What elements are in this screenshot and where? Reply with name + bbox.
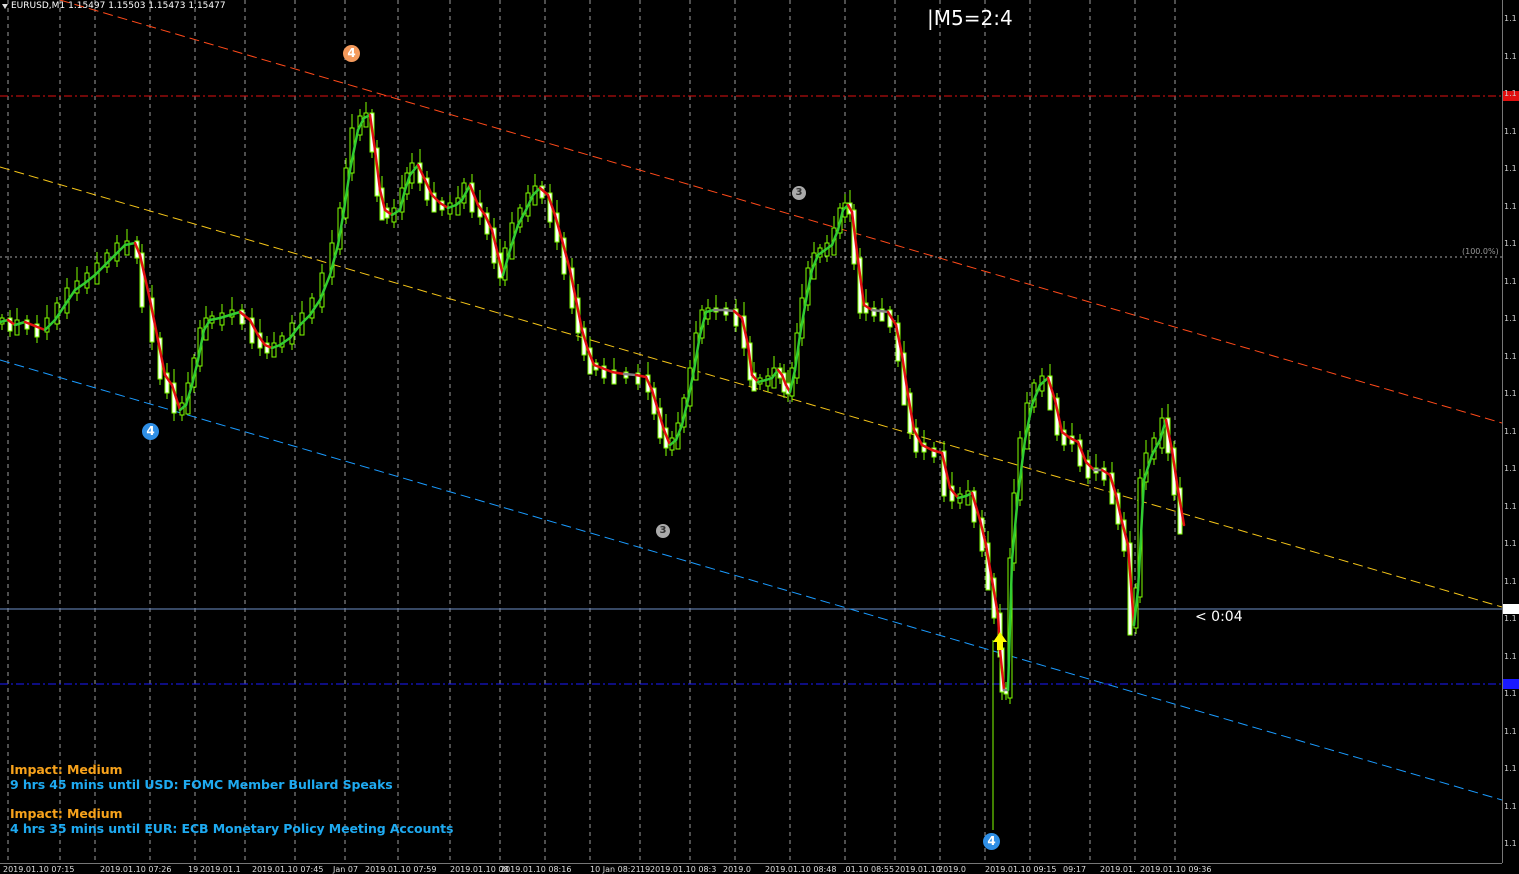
candles — [0, 102, 1183, 830]
candle-body — [271, 342, 277, 358]
news-event: 9 hrs 45 mins until USD: FOMC Member Bul… — [10, 777, 393, 792]
price-tick: 1.1 — [1504, 464, 1517, 473]
price-tick: 1.1 — [1504, 239, 1517, 248]
price-tick: 1.1 — [1504, 726, 1517, 736]
channel-middle-line — [0, 166, 1502, 608]
news-item: Impact: Medium 4 hrs 35 mins until EUR: … — [10, 806, 453, 836]
symbol-label: EURUSD,M1 — [11, 1, 66, 11]
wave-marker: 3 — [792, 186, 806, 200]
wave-marker: 3 — [656, 524, 670, 538]
price-tick: 1.1 — [1504, 89, 1517, 98]
price-tick: 1.1 — [1504, 314, 1517, 323]
price-tick: 1.1 — [1504, 689, 1517, 698]
signals — [993, 632, 1007, 650]
ohlc-values: 1.15497 1.15503 1.15473 1.15477 — [68, 1, 226, 11]
price-tick: 1.1 — [1504, 51, 1517, 61]
arrow-up-icon — [993, 632, 1007, 650]
chart-window[interactable]: EURUSD,M1 1.15497 1.15503 1.15473 1.1547… — [0, 0, 1519, 874]
price-tick: 1.1 — [1504, 389, 1517, 398]
support-price-marker — [1503, 679, 1519, 689]
price-axis[interactable]: 1.1 1.1 1.1 1.1 1.1 1.1 1.1 1.1 1.1 1.1 1.1 1.1 1.1 1… — [1502, 0, 1519, 863]
news-impact: Impact: Medium — [10, 806, 123, 821]
channel-lower-line — [0, 359, 1502, 801]
price-tick: 1.1 — [1504, 614, 1517, 623]
wave-marker: 4 — [983, 833, 1000, 850]
price-chart[interactable] — [0, 0, 1502, 863]
price-tick: 1.1 — [1504, 426, 1517, 436]
fib-level-label: (100.0%) — [1462, 247, 1499, 256]
price-tick: 1.1 — [1504, 164, 1517, 173]
price-tick: 1.1 — [1504, 576, 1517, 586]
price-tick: 1.1 — [1504, 351, 1517, 361]
news-impact: Impact: Medium — [10, 762, 123, 777]
wave-marker: 4 — [142, 423, 159, 440]
price-tick: 1.1 — [1504, 276, 1517, 286]
wave-marker: 4 — [343, 45, 360, 62]
price-tick: 1.1 — [1504, 651, 1517, 661]
regression-channel — [0, 0, 1502, 801]
price-tick: 1.1 — [1504, 14, 1517, 23]
chart-grid — [0, 0, 1502, 863]
news-item: Impact: Medium 9 hrs 45 mins until USD: … — [10, 762, 393, 792]
horizontal-levels — [0, 95, 1502, 685]
bar-countdown: < 0:04 — [1195, 609, 1243, 625]
price-tick: 1.1 — [1504, 501, 1517, 511]
channel-upper-line — [59, 0, 1502, 424]
period-counter: |M5=2:4 — [927, 6, 1013, 30]
moving-average — [0, 113, 1186, 692]
current-price-marker — [1503, 604, 1519, 614]
price-tick: 1.1 — [1504, 839, 1517, 848]
triangle-down-icon[interactable] — [2, 3, 8, 9]
time-axis[interactable]: 2019.01.10 07:15 2019.01.10 07:26 19 2019.0… — [0, 863, 1502, 874]
price-tick: 1.1 — [1504, 201, 1517, 211]
ma-segment — [722, 308, 736, 313]
chart-title-bar: EURUSD,M1 1.15497 1.15503 1.15473 1.1547… — [2, 1, 226, 11]
price-tick: 1.1 — [1504, 126, 1517, 136]
news-event: 4 hrs 35 mins until EUR: ECB Monetary Po… — [10, 821, 454, 836]
ma-segment — [622, 372, 638, 377]
price-tick: 1.1 — [1504, 801, 1517, 811]
candle-body — [14, 319, 20, 336]
price-tick: 1.1 — [1504, 764, 1517, 773]
price-tick: 1.1 — [1504, 539, 1517, 548]
